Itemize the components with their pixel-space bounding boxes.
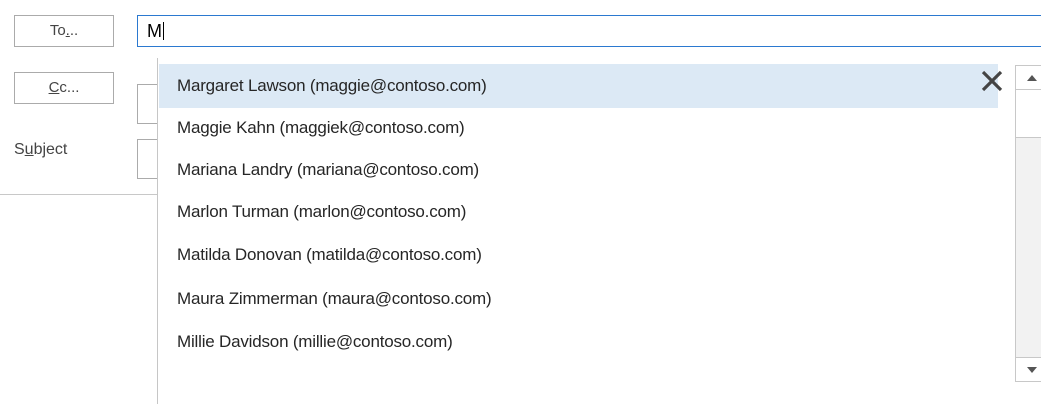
scroll-up-arrow-icon [1027, 75, 1037, 81]
autocomplete-item[interactable]: Margaret Lawson (maggie@contoso.com) [159, 64, 998, 108]
autocomplete-item[interactable]: Millie Davidson (millie@contoso.com) [159, 320, 998, 364]
scroll-down-button[interactable] [1016, 357, 1041, 381]
autocomplete-item[interactable]: Maura Zimmerman (maura@contoso.com) [159, 277, 998, 321]
to-button-text: To... [49, 22, 79, 39]
autocomplete-item[interactable]: Maggie Kahn (maggiek@contoso.com) [159, 106, 998, 150]
subject-label: Subject [14, 141, 68, 158]
autocomplete-scrollbar[interactable] [1015, 65, 1041, 382]
cc-button[interactable]: Cc... [14, 72, 114, 104]
to-button[interactable]: To... [14, 15, 114, 47]
scroll-up-button[interactable] [1016, 66, 1041, 90]
text-caret [163, 22, 164, 40]
cc-button-text: Cc... [48, 79, 80, 96]
autocomplete-item[interactable]: Matilda Donovan (matilda@contoso.com) [159, 233, 998, 277]
scroll-thumb[interactable] [1016, 90, 1041, 138]
close-icon[interactable] [977, 65, 1007, 95]
email-compose-header: To... Cc... Subject M Margaret Lawson (m… [0, 0, 1041, 404]
header-divider [0, 194, 160, 195]
autocomplete-item[interactable]: Marlon Turman (marlon@contoso.com) [159, 190, 998, 234]
to-input[interactable]: M [137, 15, 1041, 47]
to-input-value: M [147, 21, 162, 41]
autocomplete-dropdown: Margaret Lawson (maggie@contoso.com) Mag… [157, 58, 1041, 404]
autocomplete-item[interactable]: Mariana Landry (mariana@contoso.com) [159, 148, 998, 192]
scroll-down-arrow-icon [1027, 367, 1037, 373]
